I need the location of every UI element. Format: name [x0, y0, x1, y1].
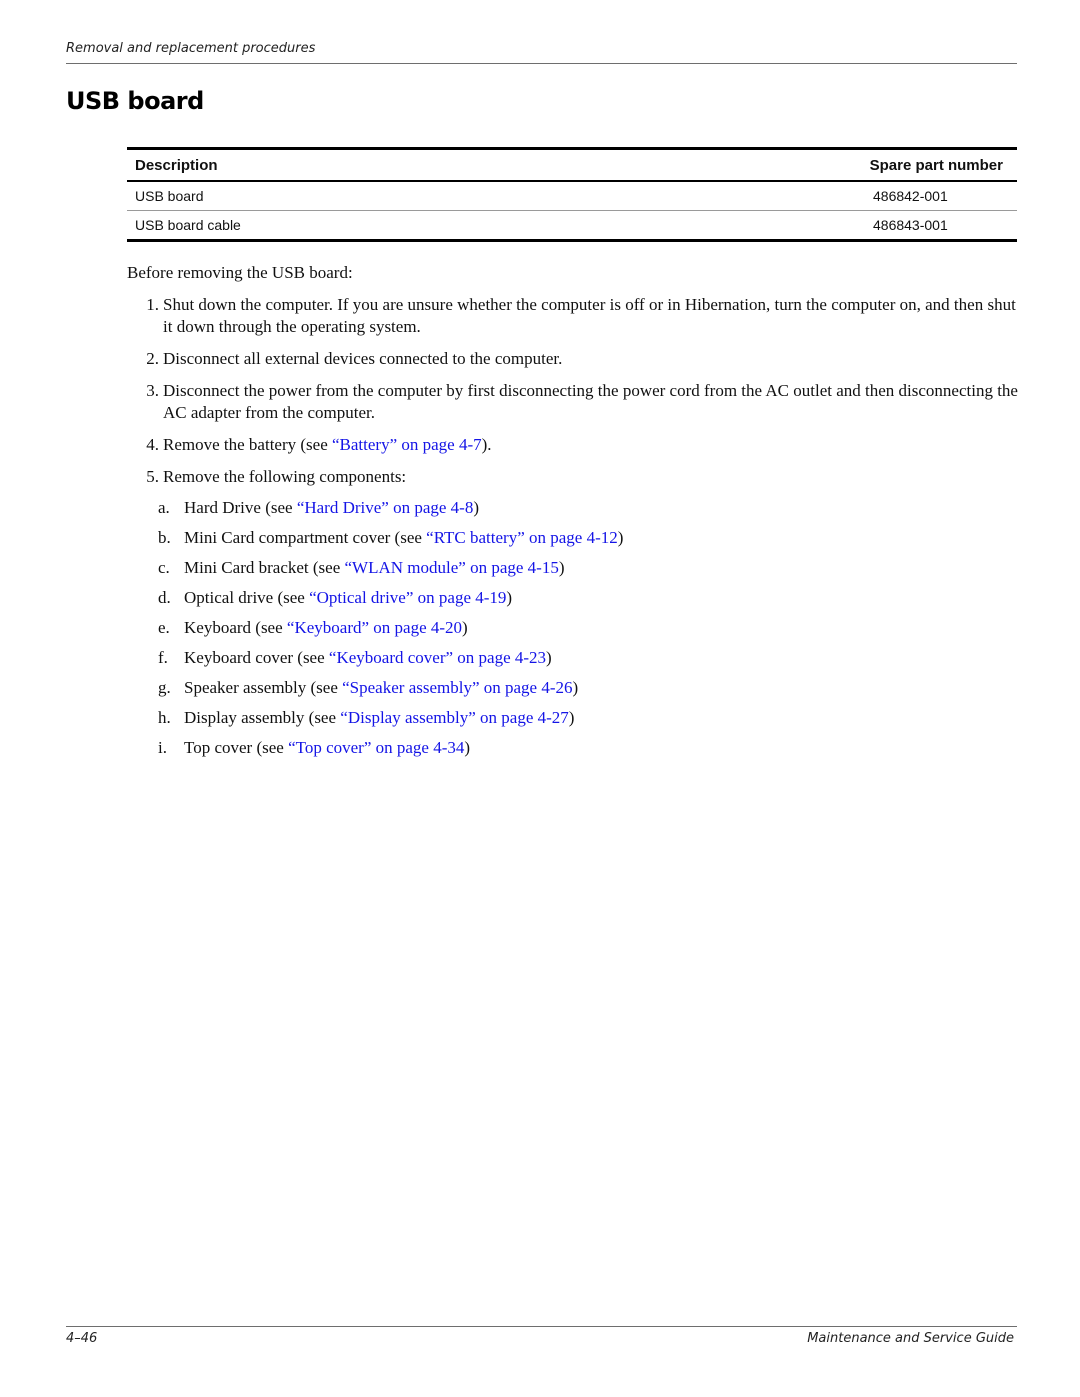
step-text: Remove the following components:	[163, 467, 407, 486]
step-number: 4.	[146, 435, 159, 454]
component-letter: f.	[158, 648, 168, 667]
step-number: 1.	[146, 295, 159, 314]
table-header-row: Description Spare part number	[127, 150, 1017, 180]
wlan-module-link[interactable]: “WLAN module” on page 4-15	[345, 558, 559, 577]
component-text: Mini Card compartment cover (see “RTC ba…	[184, 528, 624, 547]
step-item: 3. Disconnect the power from the compute…	[127, 380, 1027, 424]
hard-drive-link[interactable]: “Hard Drive” on page 4-8	[297, 498, 474, 517]
component-text: Display assembly (see “Display assembly”…	[184, 708, 575, 727]
component-letter: i.	[158, 738, 167, 757]
keyboard-link[interactable]: “Keyboard” on page 4-20	[287, 618, 462, 637]
display-assembly-link[interactable]: “Display assembly” on page 4-27	[340, 708, 569, 727]
component-letter: a.	[158, 498, 170, 517]
battery-link[interactable]: “Battery” on page 4-7	[332, 435, 482, 454]
spare-parts-table: Description Spare part number USB board …	[127, 147, 1017, 242]
rtc-battery-link[interactable]: “RTC battery” on page 4-12	[426, 528, 618, 547]
cell-description: USB board cable	[135, 217, 241, 233]
components-list: a. Hard Drive (see “Hard Drive” on page …	[127, 497, 1027, 767]
component-item: h. Display assembly (see “Display assemb…	[127, 707, 1027, 737]
header-rule	[66, 63, 1017, 64]
component-letter: h.	[158, 708, 171, 727]
cell-description: USB board	[135, 188, 204, 204]
component-letter: g.	[158, 678, 171, 697]
step-number: 3.	[146, 381, 159, 400]
component-item: e. Keyboard (see “Keyboard” on page 4-20…	[127, 617, 1027, 647]
step-number: 2.	[146, 349, 159, 368]
component-item: d. Optical drive (see “Optical drive” on…	[127, 587, 1027, 617]
step-text: Disconnect the power from the computer b…	[163, 381, 1018, 422]
component-text: Hard Drive (see “Hard Drive” on page 4-8…	[184, 498, 480, 517]
component-item: f. Keyboard cover (see “Keyboard cover” …	[127, 647, 1027, 677]
column-header-spare-part-number: Spare part number	[869, 156, 1003, 174]
cell-part-number: 486842-001	[873, 188, 948, 204]
component-text: Keyboard cover (see “Keyboard cover” on …	[184, 648, 552, 667]
keyboard-cover-link[interactable]: “Keyboard cover” on page 4-23	[329, 648, 546, 667]
component-item: g. Speaker assembly (see “Speaker assemb…	[127, 677, 1027, 707]
component-item: a. Hard Drive (see “Hard Drive” on page …	[127, 497, 1027, 527]
running-header: Removal and replacement procedures	[66, 41, 316, 56]
component-text: Top cover (see “Top cover” on page 4-34)	[184, 738, 471, 757]
component-letter: e.	[158, 618, 170, 637]
cell-part-number: 486843-001	[873, 217, 948, 233]
top-cover-link[interactable]: “Top cover” on page 4-34	[288, 738, 464, 757]
step-item: 5. Remove the following components:	[127, 466, 1027, 488]
table-row: USB board 486842-001	[127, 182, 1017, 210]
component-letter: b.	[158, 528, 171, 547]
intro-text: Before removing the USB board:	[127, 263, 353, 282]
component-text: Speaker assembly (see “Speaker assembly”…	[184, 678, 579, 697]
step-text: Remove the battery (see “Battery” on pag…	[159, 434, 1027, 456]
component-item: b. Mini Card compartment cover (see “RTC…	[127, 527, 1027, 557]
component-item: c. Mini Card bracket (see “WLAN module” …	[127, 557, 1027, 587]
component-item: i. Top cover (see “Top cover” on page 4-…	[127, 737, 1027, 767]
column-header-description: Description	[135, 156, 218, 174]
step-text-pre: Remove the battery (see	[163, 435, 332, 454]
page-number: 4–46	[66, 1331, 98, 1346]
table-bottom-rule	[127, 239, 1017, 242]
optical-drive-link[interactable]: “Optical drive” on page 4-19	[309, 588, 506, 607]
guide-title: Maintenance and Service Guide	[807, 1331, 1014, 1346]
footer-rule	[66, 1326, 1017, 1327]
component-letter: c.	[158, 558, 170, 577]
step-text-post: ).	[481, 435, 492, 454]
component-text: Optical drive (see “Optical drive” on pa…	[184, 588, 513, 607]
component-text: Mini Card bracket (see “WLAN module” on …	[184, 558, 565, 577]
component-letter: d.	[158, 588, 171, 607]
step-item: 2. Disconnect all external devices conne…	[127, 348, 1027, 370]
speaker-assembly-link[interactable]: “Speaker assembly” on page 4-26	[342, 678, 572, 697]
step-number: 5.	[146, 467, 159, 486]
step-text: Shut down the computer. If you are unsur…	[163, 295, 1016, 336]
procedure-body: Before removing the USB board: 1. Shut d…	[127, 262, 1027, 767]
page-title: USB board	[66, 87, 204, 115]
step-item: 4. Remove the battery (see “Battery” on …	[127, 434, 1027, 456]
table-row: USB board cable 486843-001	[127, 211, 1017, 239]
step-item: 1. Shut down the computer. If you are un…	[127, 294, 1027, 338]
component-text: Keyboard (see “Keyboard” on page 4-20)	[184, 618, 468, 637]
step-text: Disconnect all external devices connecte…	[163, 349, 563, 368]
